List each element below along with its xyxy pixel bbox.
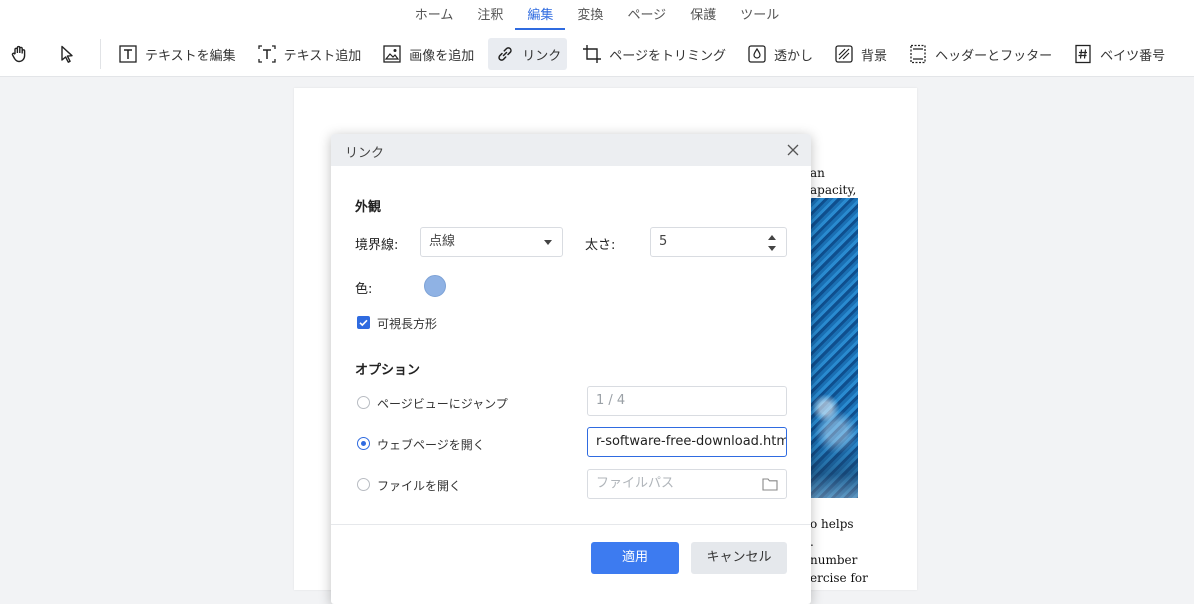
page-number-field[interactable]: 1 / 4 — [587, 386, 787, 416]
bates-number-icon — [1072, 43, 1094, 65]
document-text-line: an — [810, 166, 825, 180]
crop-page-label: ページをトリミング — [609, 48, 727, 64]
edit-text-label: テキストを編集 — [145, 48, 236, 64]
toolbar-separator — [100, 39, 101, 69]
header-footer-button[interactable]: ヘッダーとフッター — [901, 38, 1058, 70]
watermark-label: 透かし — [774, 48, 814, 64]
crop-icon — [581, 43, 603, 65]
visible-rectangle-checkbox[interactable] — [357, 316, 370, 329]
file-path-placeholder: ファイルパス — [596, 476, 675, 491]
header-footer-icon — [907, 43, 929, 65]
menu-convert[interactable]: 変換 — [565, 0, 615, 30]
file-path-input[interactable]: ファイルパス — [587, 469, 787, 499]
edit-toolbar: テキストを編集 テキスト追加 画像を追加 リンク ページをトリミング 透かし 背… — [0, 36, 1194, 72]
menu-home[interactable]: ホーム — [403, 0, 466, 30]
url-value: r-software-free-download.html — [596, 434, 787, 449]
menu-tools[interactable]: ツール — [728, 0, 791, 30]
jump-to-page-radio[interactable] — [357, 396, 370, 409]
menu-page[interactable]: ページ — [615, 0, 678, 30]
color-label: 色: — [355, 282, 373, 297]
header-footer-label: ヘッダーとフッター — [935, 48, 1053, 64]
dialog-header: リンク — [331, 134, 811, 166]
select-tool-button[interactable] — [50, 38, 90, 70]
spinner-arrows-icon[interactable] — [768, 235, 776, 251]
add-text-button[interactable]: テキスト追加 — [250, 38, 368, 70]
folder-icon[interactable] — [762, 477, 778, 491]
options-section-title: オプション — [355, 363, 421, 378]
add-image-label: 画像を追加 — [409, 48, 475, 64]
background-icon — [833, 43, 855, 65]
visible-rectangle-label: 可視長方形 — [377, 317, 438, 331]
add-text-icon — [256, 43, 278, 65]
menu-protect[interactable]: 保護 — [678, 0, 728, 30]
close-icon — [787, 144, 799, 156]
close-button[interactable] — [783, 140, 803, 160]
watermark-button[interactable]: 透かし — [740, 38, 819, 70]
link-button[interactable]: リンク — [488, 38, 568, 70]
page-number-value: 1 / 4 — [596, 393, 626, 408]
document-text-line: apacity, — [810, 183, 857, 197]
menu-edit[interactable]: 編集 — [515, 0, 566, 30]
link-icon — [494, 43, 516, 65]
top-bar: ホーム 注釈 編集 変換 ページ 保護 ツール テキストを編集 テキスト追加 画… — [0, 0, 1194, 77]
add-text-label: テキスト追加 — [283, 48, 362, 64]
bates-number-label: ベイツ番号 — [1100, 48, 1166, 64]
edit-text-button[interactable]: テキストを編集 — [111, 38, 242, 70]
document-image — [804, 198, 858, 498]
chevron-down-icon — [544, 240, 552, 245]
text-box-icon — [117, 43, 139, 65]
thickness-label: 太さ: — [585, 238, 616, 253]
thickness-value: 5 — [659, 234, 668, 249]
hand-tool-button[interactable] — [2, 38, 42, 70]
background-button[interactable]: 背景 — [827, 38, 893, 70]
crop-page-button[interactable]: ページをトリミング — [575, 38, 732, 70]
cancel-button[interactable]: キャンセル — [691, 542, 787, 574]
image-icon — [381, 43, 403, 65]
open-file-radio[interactable] — [357, 478, 370, 491]
main-menu: ホーム 注釈 編集 変換 ページ 保護 ツール — [0, 0, 1194, 30]
bates-number-button[interactable]: ベイツ番号 — [1066, 38, 1171, 70]
dialog-divider — [331, 524, 811, 525]
link-dialog: リンク 外観 境界線: 点線 太さ: 5 色: 可視長方形 オプション ページビ… — [331, 134, 811, 604]
thickness-stepper[interactable]: 5 — [650, 227, 787, 257]
menu-annotate[interactable]: 注釈 — [465, 0, 515, 30]
background-label: 背景 — [861, 48, 888, 64]
jump-to-page-label: ページビューにジャンプ — [377, 397, 508, 411]
dialog-title: リンク — [345, 146, 385, 161]
document-text-line: number — [810, 553, 858, 567]
hand-icon — [8, 43, 30, 65]
apply-button[interactable]: 適用 — [591, 542, 679, 574]
document-text-line: ercise for — [810, 571, 868, 585]
checkmark-icon — [359, 319, 368, 327]
border-label: 境界線: — [355, 238, 399, 253]
border-style-select[interactable]: 点線 — [420, 227, 563, 257]
document-text-line: o helps — [810, 517, 854, 531]
watermark-icon — [746, 43, 768, 65]
border-style-value: 点線 — [429, 234, 456, 249]
open-webpage-label: ウェブページを開く — [377, 438, 485, 452]
open-file-label: ファイルを開く — [377, 479, 462, 493]
cursor-icon — [56, 43, 78, 65]
add-image-button[interactable]: 画像を追加 — [375, 38, 480, 70]
open-webpage-radio[interactable] — [357, 437, 370, 450]
url-input[interactable]: r-software-free-download.html — [587, 427, 787, 457]
appearance-section-title: 外観 — [355, 200, 382, 215]
link-label: リンク — [522, 48, 562, 64]
color-picker-swatch[interactable] — [424, 275, 446, 297]
